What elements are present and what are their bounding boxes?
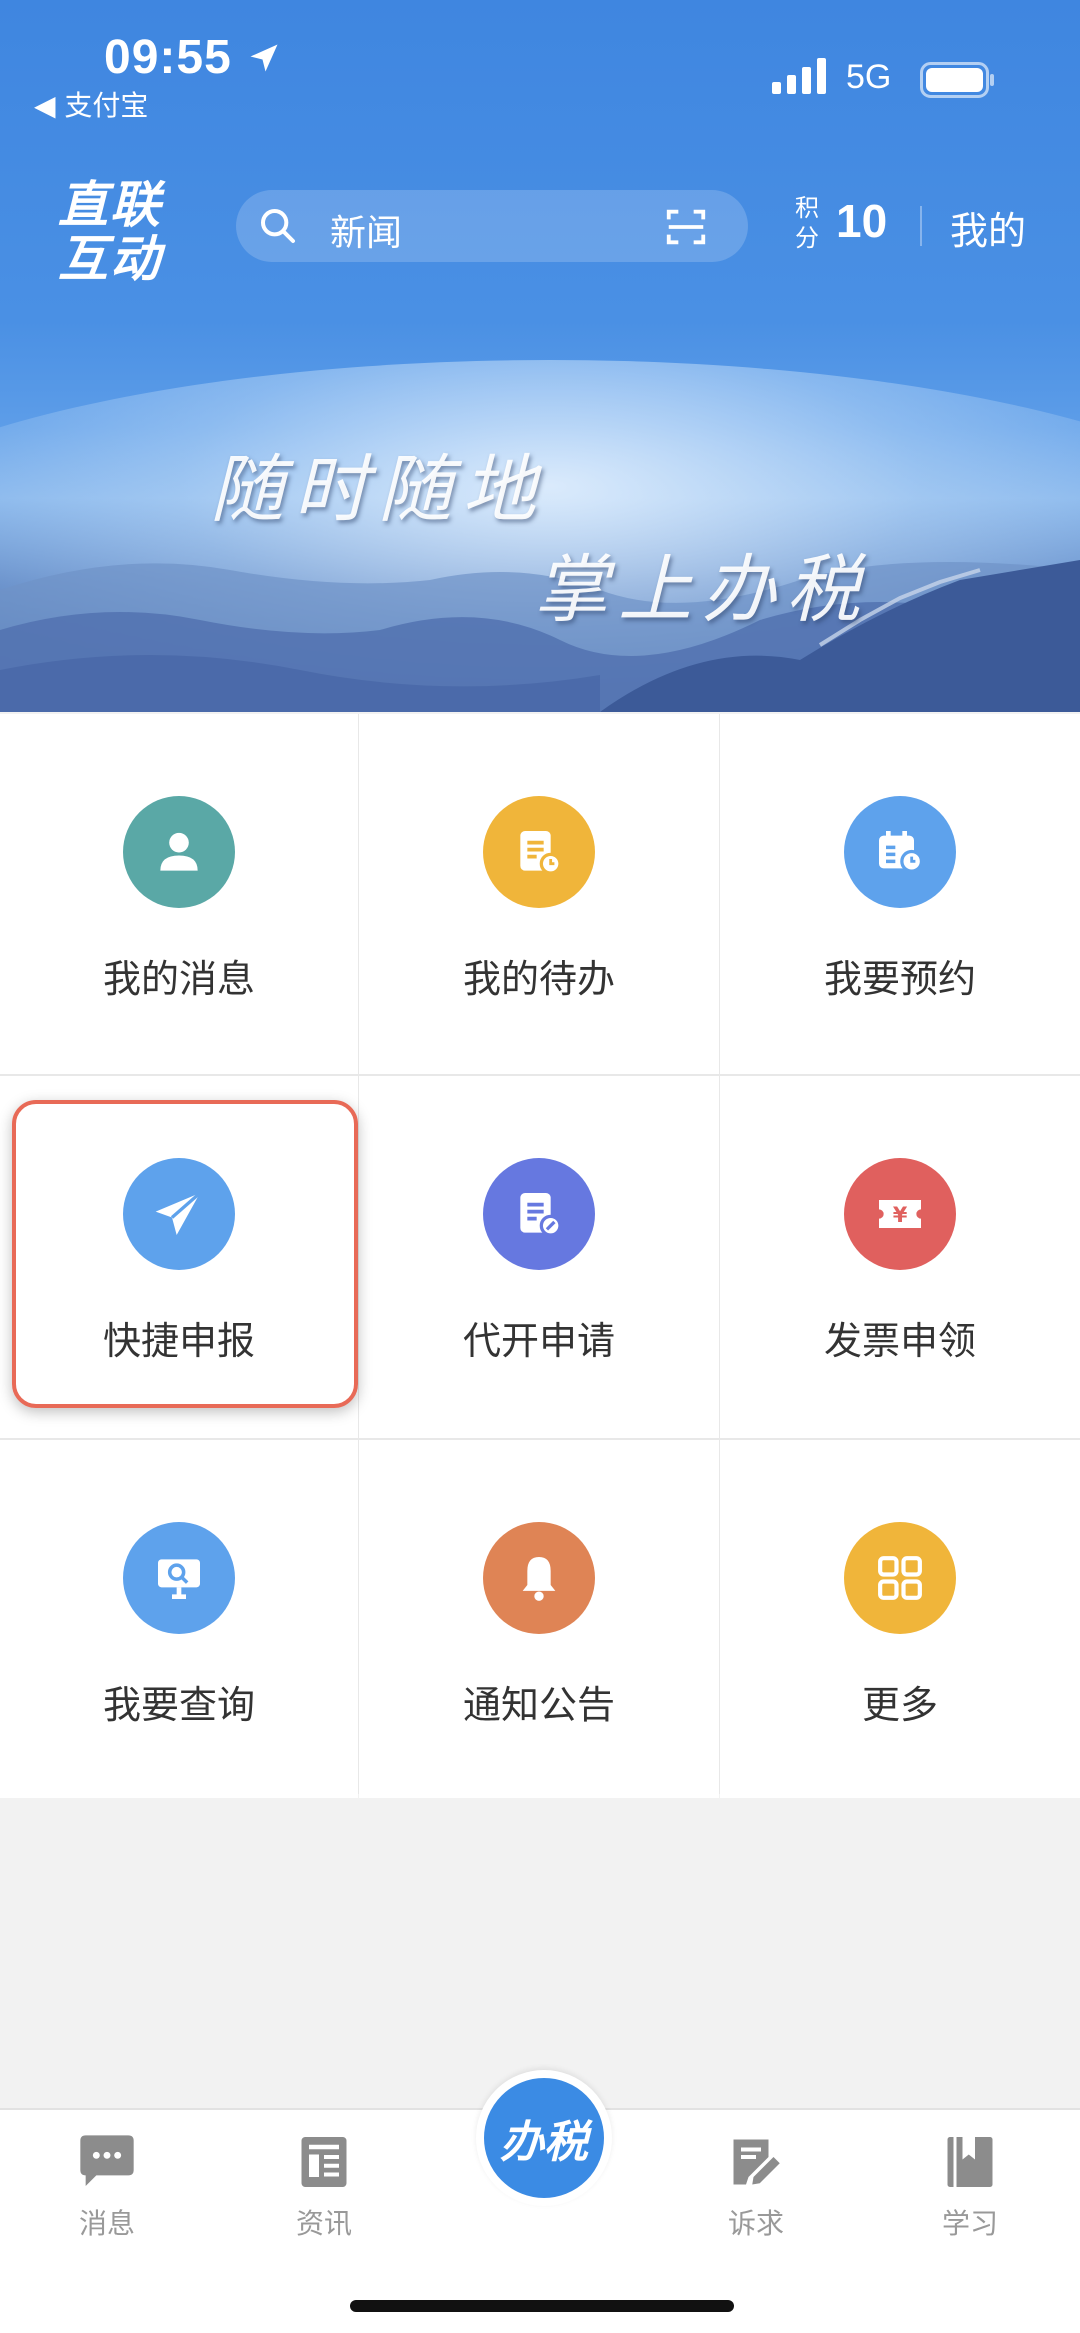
grid-item-quick-declare[interactable]: 快捷申报 bbox=[0, 1076, 358, 1438]
battery-icon bbox=[920, 62, 994, 98]
tax-center-icon: 办税 bbox=[500, 2117, 588, 2168]
tab-messages[interactable]: 消息 bbox=[47, 2132, 167, 2242]
grid-item-label: 我的待办 bbox=[462, 957, 615, 1001]
tab-label: 消息 bbox=[78, 2207, 135, 2240]
document-clock-icon bbox=[483, 796, 595, 908]
tab-tax-center[interactable]: 办税 bbox=[476, 2070, 612, 2206]
user-icon bbox=[123, 796, 235, 908]
document-edit-icon bbox=[483, 1158, 595, 1270]
grid-item-query[interactable]: 我要查询 bbox=[0, 1440, 358, 1798]
banner-slogan-line1: 随时随地 bbox=[210, 447, 546, 533]
banner-slogan-line2: 掌上办税 bbox=[534, 547, 870, 633]
grid-item-invoice-collect[interactable]: ¥ 发票申领 bbox=[720, 1076, 1080, 1438]
svg-text:¥: ¥ bbox=[893, 1203, 908, 1227]
network-type: 5G bbox=[846, 58, 892, 96]
grid-item-notice[interactable]: 通知公告 bbox=[359, 1440, 719, 1798]
edit-icon bbox=[733, 2139, 780, 2185]
grid-item-label: 更多 bbox=[861, 1683, 938, 1727]
bell-icon bbox=[483, 1522, 595, 1634]
grid-icon bbox=[844, 1522, 956, 1634]
chat-icon bbox=[80, 2135, 134, 2186]
back-to-alipay[interactable]: ◀ 支付宝 bbox=[34, 84, 148, 124]
search-bar[interactable]: 新闻 bbox=[236, 190, 748, 262]
tab-news[interactable]: 资讯 bbox=[264, 2132, 384, 2242]
scan-icon[interactable] bbox=[662, 204, 710, 250]
grid-item-my-messages[interactable]: 我的消息 bbox=[0, 714, 358, 1074]
news-icon bbox=[301, 2137, 347, 2187]
grid-item-label: 快捷申报 bbox=[102, 1319, 255, 1363]
ticket-yen-icon: ¥ bbox=[844, 1158, 956, 1270]
search-icon bbox=[261, 209, 295, 243]
points-label: 积分 bbox=[795, 194, 819, 252]
grid-item-appointment[interactable]: 我要预约 bbox=[720, 714, 1080, 1074]
monitor-search-icon bbox=[123, 1522, 235, 1634]
grid-item-label: 我要预约 bbox=[823, 957, 976, 1001]
grid-item-label: 我要查询 bbox=[102, 1683, 255, 1727]
grid-item-label: 发票申领 bbox=[823, 1319, 976, 1363]
header-divider bbox=[920, 206, 922, 246]
grid-item-label: 通知公告 bbox=[462, 1683, 615, 1727]
grid-item-my-todo[interactable]: 我的待办 bbox=[359, 714, 719, 1074]
app-logo: 直联 互动 bbox=[58, 176, 162, 288]
grid-item-label: 我的消息 bbox=[102, 957, 255, 1001]
tab-label: 诉求 bbox=[727, 2207, 784, 2240]
mine-link[interactable]: 我的 bbox=[950, 200, 1026, 255]
tab-label: 学习 bbox=[941, 2207, 998, 2240]
header-banner: 09:55 ◀ 支付宝 5G 直联 互动 新闻 积分 10 我的 随时随地 掌上… bbox=[0, 0, 1080, 712]
location-arrow-icon bbox=[250, 44, 278, 72]
search-placeholder: 新闻 bbox=[330, 213, 403, 254]
service-grid: 我的消息 我的待办 我要预约 快捷申报 代开申请 ¥ 发票申领 我要查询 通知公… bbox=[0, 714, 1080, 1798]
points-value[interactable]: 10 bbox=[836, 194, 887, 248]
grid-item-more[interactable]: 更多 bbox=[720, 1440, 1080, 1798]
cellular-signal-icon bbox=[772, 58, 826, 94]
home-indicator[interactable] bbox=[350, 2300, 734, 2312]
status-time: 09:55 bbox=[104, 31, 232, 84]
grid-item-label: 代开申请 bbox=[462, 1319, 615, 1363]
tab-learning[interactable]: 学习 bbox=[910, 2132, 1030, 2242]
book-icon bbox=[947, 2137, 993, 2187]
tab-appeals[interactable]: 诉求 bbox=[696, 2132, 816, 2242]
tab-label: 资讯 bbox=[295, 2207, 352, 2240]
paper-plane-icon bbox=[123, 1158, 235, 1270]
grid-item-invoice-apply[interactable]: 代开申请 bbox=[359, 1076, 719, 1438]
calendar-clock-icon bbox=[844, 796, 956, 908]
